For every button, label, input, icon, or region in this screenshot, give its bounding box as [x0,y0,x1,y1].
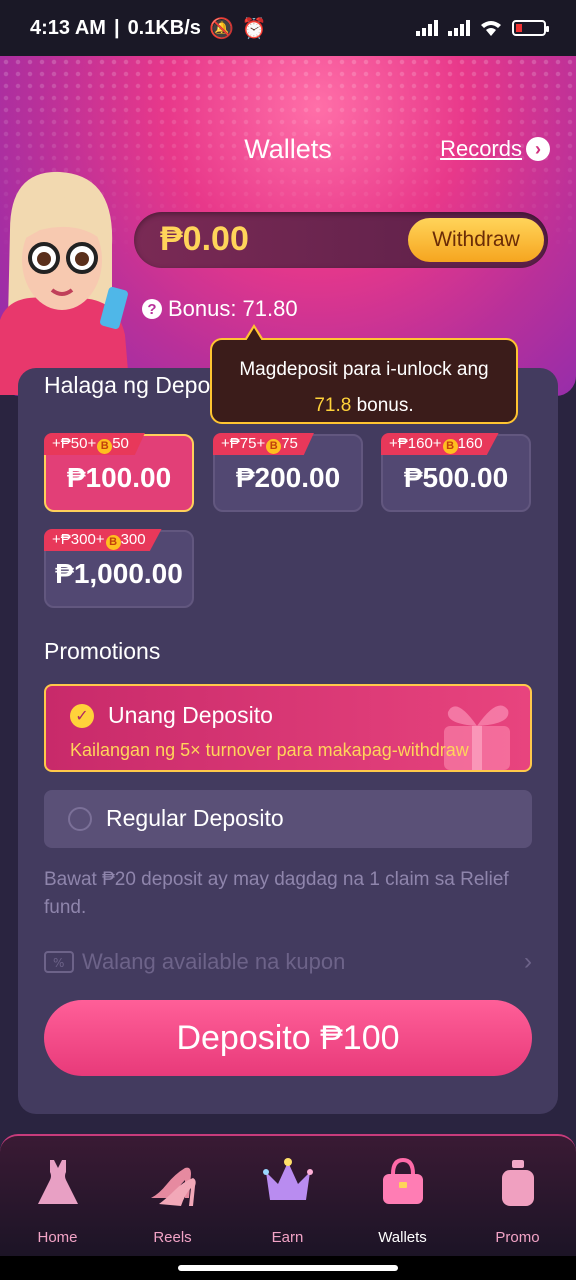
amount-option-100[interactable]: +₱50+ B 50 ₱100.00 [44,433,194,512]
chevron-right-icon: › [526,137,550,161]
bonus-tag: +₱160+ B 160 [381,433,499,455]
coupon-icon: % [44,951,74,973]
tag-coin-value: 160 [457,435,483,452]
tab-home-label: Home [37,1229,78,1246]
status-speed: 0.1KB/s [127,16,201,39]
radio-icon [68,807,92,831]
tooltip-suffix: bonus. [356,395,414,416]
amount-value: ₱500.00 [403,462,509,493]
tab-home[interactable]: Home [0,1154,115,1254]
status-left: 4:13 AM | 0.1KB/s 🔕 ⏰ [30,16,267,41]
tab-promo-label: Promo [495,1229,540,1246]
signal-icon-2 [448,20,470,36]
bonus-tag: +₱50+ B 50 [44,433,145,455]
tab-reels-label: Reels [153,1229,192,1246]
promo-first-subtitle: Kailangan ng 5× turnover para makapag-wi… [70,740,469,760]
promotions-label: Promotions [44,638,161,664]
bonus-value: 71.80 [242,296,298,321]
help-icon[interactable]: ? [142,299,162,319]
wifi-icon [481,21,501,36]
avatar-illustration [0,171,130,395]
bonus-tag: +₱75+ B 75 [213,433,314,455]
tag-coin-value: 300 [120,531,146,548]
chevron-right-icon: › [524,948,532,975]
tag-coin-value: 50 [112,435,129,452]
bottom-tab-bar: Home Reels Earn Wallets Promo [0,1134,576,1256]
heels-icon [150,1167,196,1206]
home-indicator[interactable] [178,1265,398,1271]
tooltip-line2: 71.8 bonus. [212,388,516,424]
tab-promo[interactable]: Promo [460,1154,575,1254]
coin-icon: B [97,439,113,454]
coin-icon: B [105,535,121,550]
checkmark-icon: ✓ [70,704,94,728]
coin-icon: B [442,439,458,454]
tab-earn[interactable]: Earn [230,1154,345,1254]
perfume-icon [501,1160,534,1206]
tag-text: +₱50+ [52,435,97,452]
tab-wallets[interactable]: Wallets [345,1154,460,1254]
alarm-icon: ⏰ [241,17,267,40]
promo-first-deposit[interactable]: ✓ Unang Deposito Kailangan ng 5× turnove… [44,684,532,772]
amount-option-200[interactable]: +₱75+ B 75 ₱200.00 [213,433,363,512]
status-time: 4:13 AM [30,16,106,39]
bonus-row[interactable]: ? Bonus: 71.80 [142,296,298,322]
bonus-tooltip: Magdeposit para i-unlock ang 71.8 bonus. [210,324,518,424]
balance-card: ₱0.00 Withdraw [134,212,548,268]
withdraw-button[interactable]: Withdraw [408,218,544,262]
mute-icon: 🔕 [208,17,234,40]
handbag-icon [382,1157,423,1204]
signal-icon [416,20,438,36]
bonus-tag: +₱300+ B 300 [44,529,162,551]
amount-value: ₱200.00 [235,462,341,493]
bonus-label: Bonus: [168,296,237,321]
tag-coin-value: 75 [281,435,298,452]
coupon-row[interactable]: % Walang available na kupon › [44,944,532,980]
battery-icon [512,20,549,36]
tag-text: +₱160+ [389,435,442,452]
amount-option-500[interactable]: +₱160+ B 160 ₱500.00 [381,433,531,512]
svg-text:%: % [53,956,64,970]
amount-value: ₱100.00 [66,462,172,493]
gesture-bar [0,1256,576,1280]
promo-regular-title: Regular Deposito [106,805,284,831]
tab-wallets-label: Wallets [378,1229,427,1246]
tag-text: +₱300+ [52,531,105,548]
deposit-button[interactable]: Deposito ₱100 [44,1000,532,1076]
status-right [416,19,549,37]
coin-icon: B [266,439,282,454]
tooltip-line1: Magdeposit para i-unlock ang [239,359,489,380]
tab-reels[interactable]: Reels [115,1154,230,1254]
crown-icon [262,1158,313,1200]
balance-amount: ₱0.00 [160,220,249,258]
status-divider: | [113,16,120,39]
tab-earn-label: Earn [271,1229,304,1246]
promo-regular-deposit[interactable]: Regular Deposito [44,790,532,848]
tooltip-amount: 71.8 [314,395,352,416]
status-bar: 4:13 AM | 0.1KB/s 🔕 ⏰ [0,0,576,56]
records-link[interactable]: Records › [440,136,550,162]
records-label: Records [440,136,522,161]
amount-value: ₱1,000.00 [55,558,183,589]
tag-text: +₱75+ [221,435,266,452]
amount-option-1000[interactable]: +₱300+ B 300 ₱1,000.00 [44,529,194,608]
coupon-label: Walang available na kupon [82,949,346,974]
relief-fund-note: Bawat ₱20 deposit ay may dagdag na 1 cla… [44,869,509,918]
dress-icon [37,1160,78,1204]
promo-first-title: Unang Deposito [108,702,273,728]
